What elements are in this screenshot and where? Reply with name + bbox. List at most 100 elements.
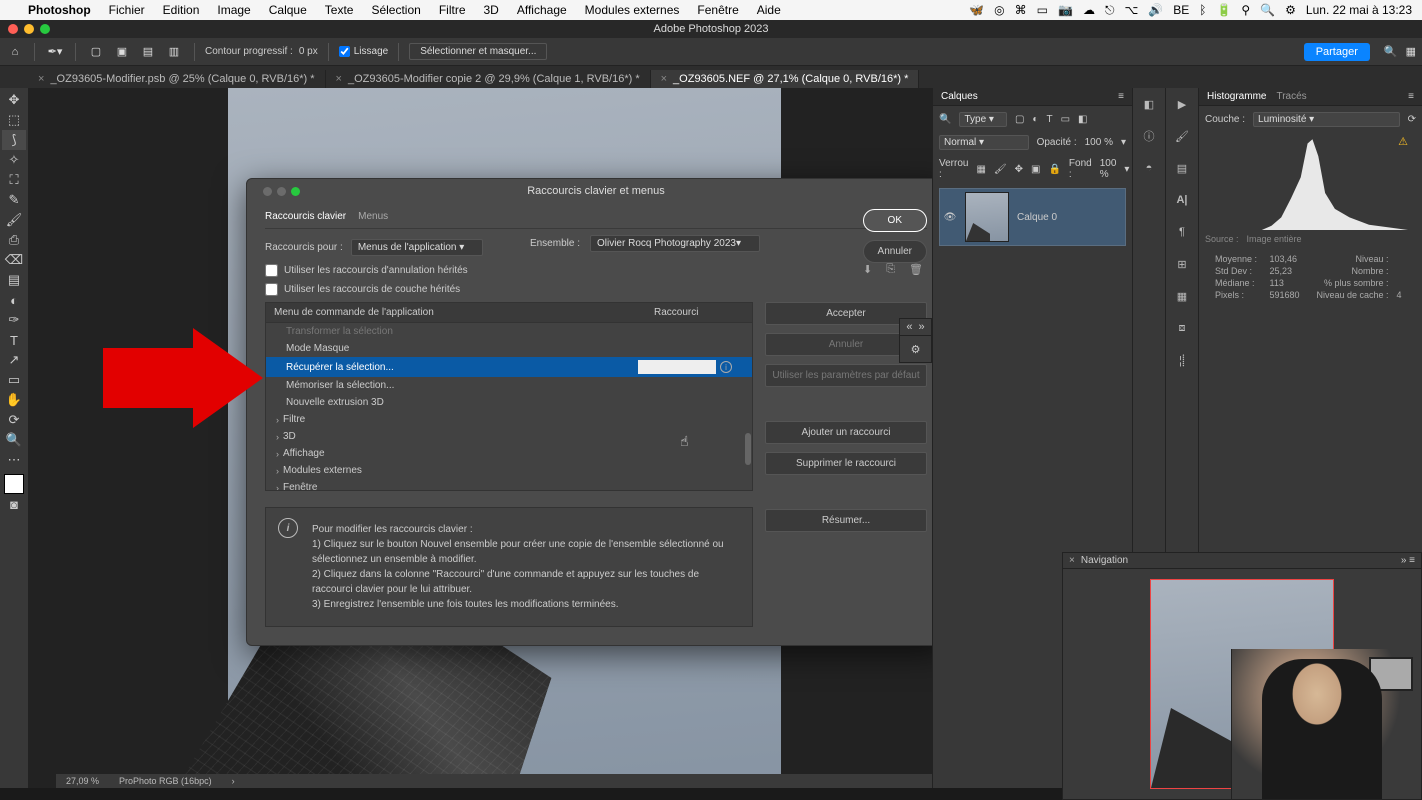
- blend-mode-select[interactable]: Normal ▾: [939, 135, 1029, 150]
- status-icon[interactable]: ☁︎: [1083, 3, 1095, 17]
- eyedropper-tool-icon[interactable]: ✎: [2, 190, 26, 210]
- menu-selection[interactable]: Sélection: [371, 3, 420, 17]
- magic-wand-tool-icon[interactable]: ✧: [2, 150, 26, 170]
- panel-menu-icon[interactable]: ≡: [1408, 91, 1414, 102]
- dodge-tool-icon[interactable]: ◐: [2, 290, 26, 310]
- foreground-background-swatches[interactable]: [4, 474, 24, 494]
- selection-intersect-icon[interactable]: ▥: [164, 42, 184, 62]
- add-shortcut-button[interactable]: Ajouter un raccourci: [765, 421, 927, 444]
- character-icon[interactable]: A|: [1172, 190, 1192, 210]
- styles-icon[interactable]: ◧: [1139, 94, 1159, 114]
- crop-tool-icon[interactable]: ⛶: [2, 170, 26, 190]
- document-canvas[interactable]: Raccourcis clavier et menus Raccourcis c…: [28, 88, 932, 788]
- rotate-tool-icon[interactable]: ⟳: [2, 410, 26, 430]
- tab-layers[interactable]: Calques: [941, 91, 978, 102]
- summary-button[interactable]: Résumer...: [765, 509, 927, 532]
- lock-position-icon[interactable]: ✥: [1015, 164, 1023, 175]
- menu-image[interactable]: Image: [217, 3, 250, 17]
- lock-transparent-icon[interactable]: ▦: [976, 164, 985, 175]
- menu-help[interactable]: Aide: [757, 3, 781, 17]
- selection-new-icon[interactable]: ▢: [86, 42, 106, 62]
- tab-shortcuts[interactable]: Raccourcis clavier: [265, 211, 346, 222]
- list-item[interactable]: ›3D: [266, 428, 752, 445]
- feather-value[interactable]: 0 px: [299, 46, 318, 57]
- dialog-minimize-button[interactable]: [277, 187, 286, 196]
- close-window-button[interactable]: [8, 24, 18, 34]
- document-tab[interactable]: ×_OZ93605-Modifier.psb @ 25% (Calque 0, …: [28, 70, 326, 88]
- smooth-checkbox[interactable]: Lissage: [339, 46, 388, 57]
- layer-thumbnail[interactable]: [965, 192, 1009, 242]
- menu-layer[interactable]: Calque: [269, 3, 307, 17]
- list-item[interactable]: ›Modules externes: [266, 462, 752, 479]
- close-icon[interactable]: ×: [1069, 555, 1075, 566]
- lasso-tool-icon[interactable]: ⟆: [2, 130, 26, 150]
- lasso-tool-icon[interactable]: ✒︎▾: [45, 42, 65, 62]
- channel-select[interactable]: Luminosité ▾: [1253, 112, 1400, 127]
- eraser-tool-icon[interactable]: ⌫: [2, 250, 26, 270]
- delete-shortcut-button[interactable]: Supprimer le raccourci: [765, 452, 927, 475]
- menu-photoshop[interactable]: Photoshop: [28, 3, 91, 17]
- more-icon[interactable]: ⋯: [2, 450, 26, 470]
- info-icon[interactable]: i: [720, 361, 732, 373]
- close-icon[interactable]: ×: [38, 73, 44, 85]
- stamp-tool-icon[interactable]: ⎙: [2, 230, 26, 250]
- panel-menu-icon[interactable]: ≡: [1118, 91, 1124, 102]
- shortcuts-for-select[interactable]: Menus de l'application ▾: [351, 239, 483, 256]
- brush-tool-icon[interactable]: 🖌: [2, 210, 26, 230]
- menu-text[interactable]: Texte: [325, 3, 354, 17]
- menu-view[interactable]: Affichage: [517, 3, 567, 17]
- dialog-close-button[interactable]: [263, 187, 272, 196]
- filter-smart-icon[interactable]: ◧: [1078, 114, 1087, 125]
- close-icon[interactable]: ×: [336, 73, 342, 85]
- bluetooth-icon[interactable]: ᛒ: [1199, 3, 1206, 17]
- cancel-button[interactable]: Annuler: [863, 240, 927, 263]
- filter-shape-icon[interactable]: ▭: [1061, 114, 1070, 125]
- status-icon[interactable]: BE: [1173, 3, 1189, 17]
- battery-icon[interactable]: 🔋: [1216, 3, 1231, 17]
- set-select[interactable]: Olivier Rocq Photography 2023▾: [590, 235, 760, 252]
- type-tool-icon[interactable]: T: [2, 330, 26, 350]
- share-button[interactable]: Partager: [1304, 43, 1370, 61]
- pen-tool-icon[interactable]: ✑: [2, 310, 26, 330]
- maximize-window-button[interactable]: [40, 24, 50, 34]
- paragraph-icon[interactable]: ¶: [1172, 222, 1192, 242]
- menu-window[interactable]: Fenêtre: [697, 3, 738, 17]
- legacy-channel-checkbox[interactable]: Utiliser les raccourcis de couche hérité…: [265, 283, 927, 296]
- list-item[interactable]: Mode Masque: [266, 340, 752, 357]
- search-icon[interactable]: 🔍: [1260, 3, 1275, 17]
- play-icon[interactable]: ▶: [1172, 94, 1192, 114]
- sliders-icon[interactable]: ⚙︎: [900, 336, 931, 362]
- new-set-icon[interactable]: ⎘: [886, 263, 895, 276]
- color-icon[interactable]: ◓: [1139, 158, 1159, 178]
- wifi-icon[interactable]: ⚲: [1241, 3, 1250, 17]
- menu-filter[interactable]: Filtre: [439, 3, 466, 17]
- lock-all-icon[interactable]: 🔒: [1048, 164, 1060, 175]
- status-icon[interactable]: ⌘: [1015, 3, 1027, 17]
- zoom-level[interactable]: 27,09 %: [66, 776, 99, 786]
- info-icon[interactable]: ⓘ: [1139, 126, 1159, 146]
- selection-subtract-icon[interactable]: ▤: [138, 42, 158, 62]
- filter-pixel-icon[interactable]: ▢: [1015, 114, 1024, 125]
- list-item[interactable]: Transformer la sélection: [266, 323, 752, 340]
- status-icon[interactable]: ◎: [994, 3, 1004, 17]
- legacy-undo-checkbox[interactable]: Utiliser les raccourcis d'annulation hér…: [265, 264, 927, 277]
- lock-artboard-icon[interactable]: ▣: [1031, 164, 1040, 175]
- layer-row[interactable]: 👁 Calque 0: [939, 188, 1126, 246]
- chevron-right-icon[interactable]: ›: [232, 776, 235, 786]
- document-tab-active[interactable]: ×_OZ93605.NEF @ 27,1% (Calque 0, RVB/16*…: [651, 70, 920, 88]
- collapse-left-icon[interactable]: «: [906, 321, 912, 333]
- glyphs-icon[interactable]: ⊞: [1172, 254, 1192, 274]
- search-icon[interactable]: 🔍: [1384, 45, 1398, 58]
- document-tab[interactable]: ×_OZ93605-Modifier copie 2 @ 29,9% (Calq…: [326, 70, 651, 88]
- scrollbar-thumb[interactable]: [745, 433, 751, 465]
- quickmask-icon[interactable]: ◙: [2, 494, 26, 514]
- close-icon[interactable]: ×: [661, 73, 667, 85]
- list-item-selected[interactable]: Récupérer la sélection...i: [266, 357, 752, 377]
- tab-paths[interactable]: Tracés: [1276, 91, 1306, 102]
- warning-icon[interactable]: ⚠︎: [1398, 135, 1408, 148]
- move-tool-icon[interactable]: ✥: [2, 90, 26, 110]
- collapse-right-icon[interactable]: »: [919, 321, 925, 333]
- marquee-tool-icon[interactable]: ⬚: [2, 110, 26, 130]
- filter-type-icon[interactable]: T: [1046, 114, 1052, 125]
- status-icon[interactable]: 📷: [1058, 3, 1073, 17]
